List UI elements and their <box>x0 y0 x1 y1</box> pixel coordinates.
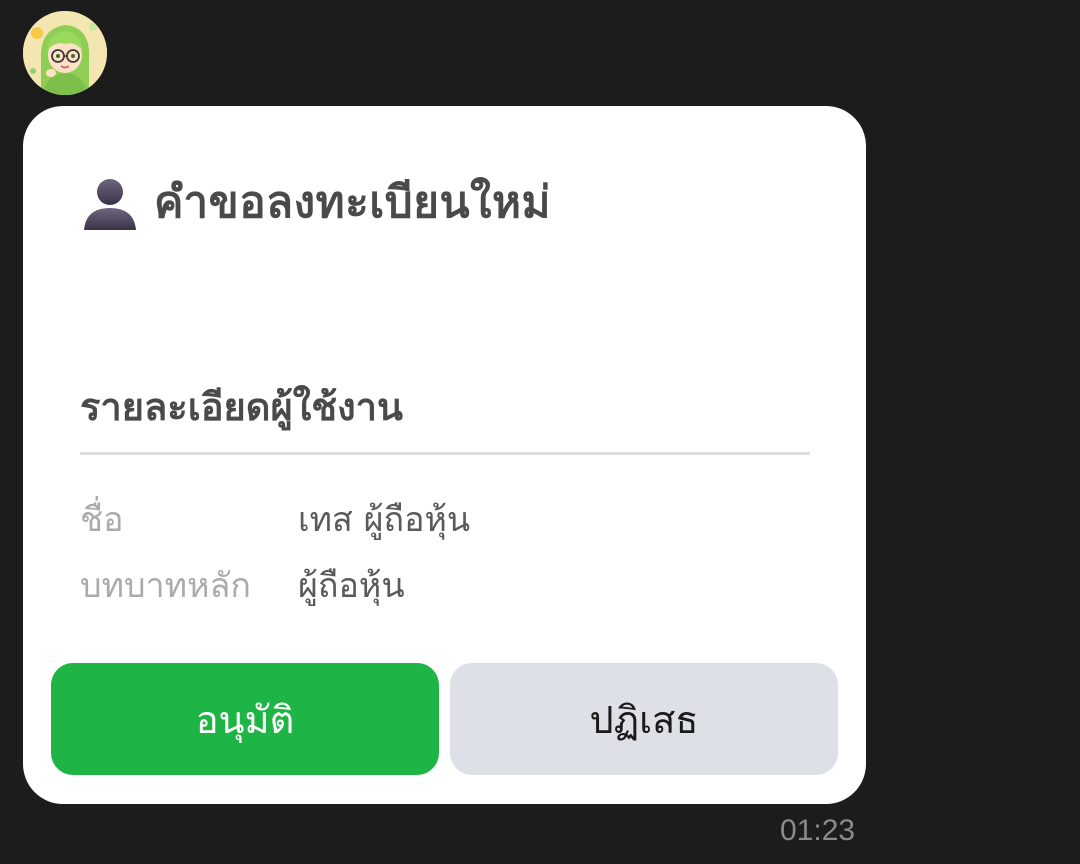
detail-label: ชื่อ <box>80 500 124 540</box>
detail-value: เทส ผู้ถือหุ้น <box>298 500 471 540</box>
card-title: คำขอลงทะเบียนใหม่ <box>154 177 552 228</box>
registration-request-card: คำขอลงทะเบียนใหม่ รายละเอียดผู้ใช้งาน ชื… <box>23 106 866 804</box>
sender-avatar[interactable] <box>23 11 107 95</box>
reject-button[interactable]: ปฏิเสธ <box>450 663 838 775</box>
card-header: คำขอลงทะเบียนใหม่ <box>80 170 551 234</box>
divider <box>80 452 810 455</box>
section-title: รายละเอียดผู้ใช้งาน <box>80 385 403 429</box>
detail-value: ผู้ถือหุ้น <box>298 566 405 606</box>
message-timestamp: 01:23 <box>780 814 856 847</box>
detail-row-name: ชื่อ เทส ผู้ถือหุ้น <box>80 495 470 543</box>
approve-button[interactable]: อนุมัติ <box>51 663 439 775</box>
cartoon-girl-avatar-icon <box>23 11 107 95</box>
detail-row-role: บทบาทหลัก ผู้ถือหุ้น <box>80 561 405 609</box>
detail-label: บทบาทหลัก <box>80 566 251 606</box>
user-silhouette-icon <box>84 179 136 230</box>
